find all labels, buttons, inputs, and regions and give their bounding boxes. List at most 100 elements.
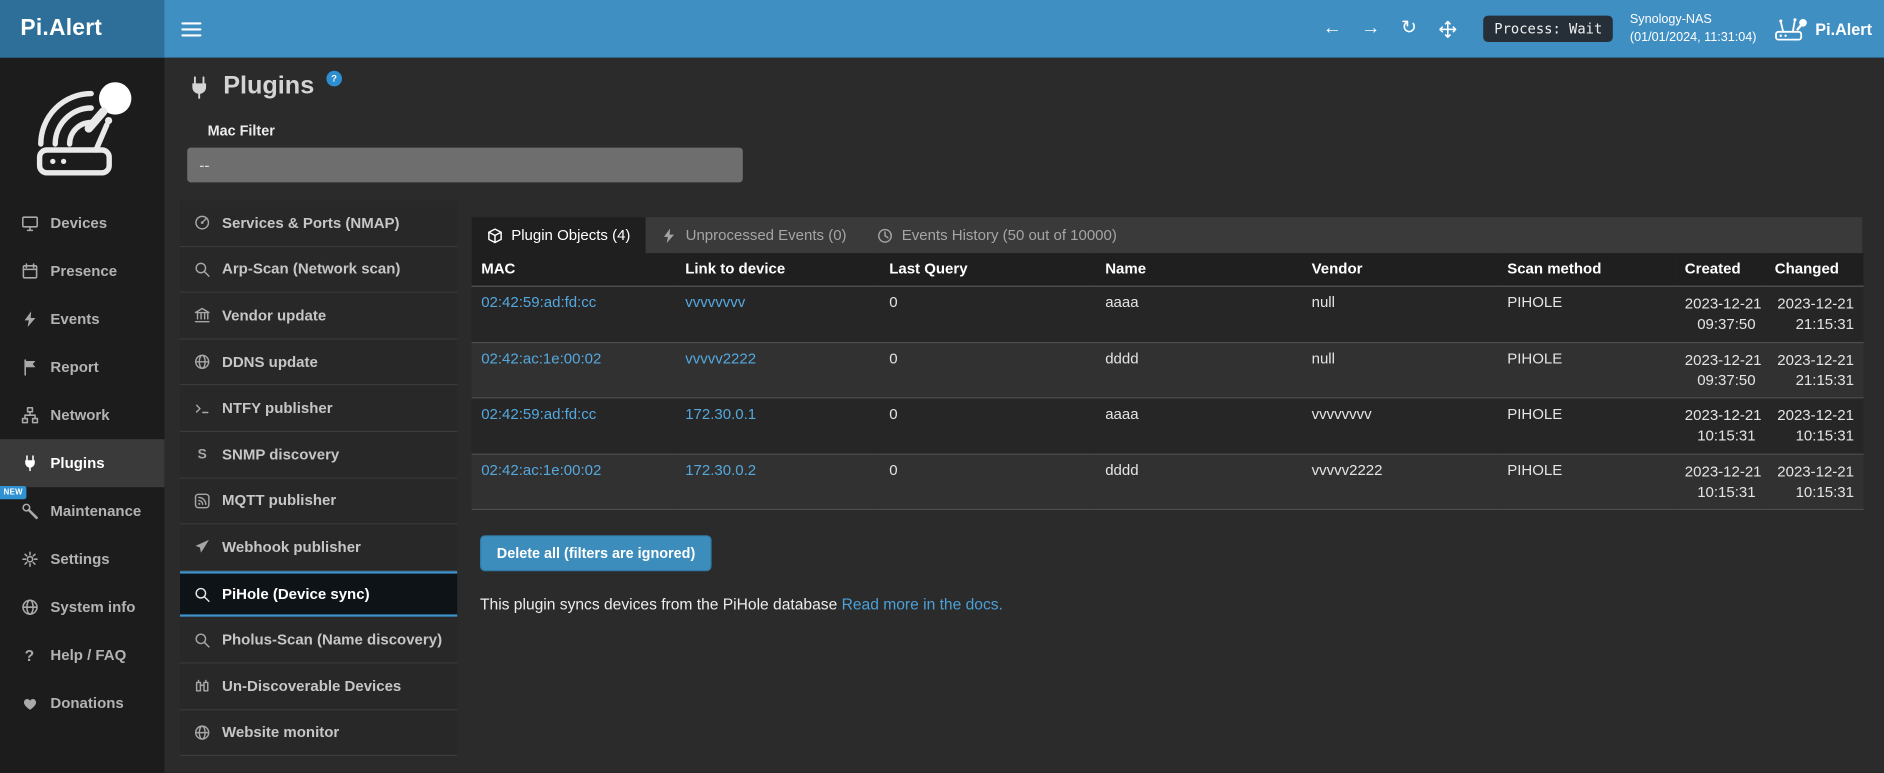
globe-icon xyxy=(193,725,211,741)
plugin-item-webhook[interactable]: Webhook publisher xyxy=(180,525,457,571)
plugin-item-ddns[interactable]: DDNS update xyxy=(180,339,457,385)
plugin-item-label: Vendor update xyxy=(222,307,326,324)
gear-icon xyxy=(20,551,38,568)
table-row: 02:42:ac:1e:00:02 172.30.0.2 0 dddd vvvv… xyxy=(472,454,1864,510)
last-query-cell: 0 xyxy=(880,398,1096,454)
plug-icon xyxy=(20,455,38,472)
plugin-item-arpscan[interactable]: Arp-Scan (Network scan) xyxy=(180,247,457,293)
sidebar-item-events[interactable]: Events xyxy=(0,295,164,343)
sidebar-item-report[interactable]: Report xyxy=(0,343,164,391)
monitor-icon xyxy=(20,215,38,232)
device-link[interactable]: 172.30.0.1 xyxy=(685,406,756,423)
plugin-item-snmp[interactable]: S SNMP discovery xyxy=(180,432,457,478)
sidebar-item-plugins[interactable]: Plugins xyxy=(0,439,164,487)
table-row: 02:42:59:ad:fd:cc 172.30.0.1 0 aaaa vvvv… xyxy=(472,398,1864,454)
clock-icon xyxy=(878,227,894,243)
sidebar-item-label: Presence xyxy=(50,263,117,280)
search-icon xyxy=(193,261,211,277)
sidebar-item-presence[interactable]: Presence xyxy=(0,247,164,295)
plugin-item-label: Website monitor xyxy=(222,724,339,741)
device-link[interactable]: 172.30.0.2 xyxy=(685,461,756,478)
main-content: Plugins ? Mac Filter Services & Ports (N… xyxy=(164,58,1884,773)
scan-method-cell: PIHOLE xyxy=(1498,286,1676,342)
scan-method-cell: PIHOLE xyxy=(1498,398,1676,454)
nav-back-button[interactable]: ← xyxy=(1313,0,1351,58)
created-date: 2023-12-21 xyxy=(1685,350,1756,371)
docs-info-badge[interactable]: ? xyxy=(326,71,342,87)
name-cell: aaaa xyxy=(1096,398,1302,454)
calendar-icon xyxy=(20,263,38,280)
sidebar-item-help-faq[interactable]: ? Help / FAQ xyxy=(0,631,164,679)
device-link[interactable]: vvvvvvvv xyxy=(685,294,745,311)
plugin-objects-table: MAC Link to device Last Query Name Vendo… xyxy=(472,253,1864,510)
plugin-item-label: DDNS update xyxy=(222,353,318,370)
changed-time: 10:15:31 xyxy=(1775,426,1854,447)
mac-link[interactable]: 02:42:59:ad:fd:cc xyxy=(481,406,596,423)
plugin-item-label: MQTT publisher xyxy=(222,492,336,509)
scan-method-cell: PIHOLE xyxy=(1498,342,1676,398)
sidebar-item-settings[interactable]: Settings xyxy=(0,535,164,583)
changed-date: 2023-12-21 xyxy=(1775,350,1854,371)
changed-date: 2023-12-21 xyxy=(1775,461,1854,482)
plugin-item-nmap[interactable]: Services & Ports (NMAP) xyxy=(180,200,457,246)
plugin-item-undiscoverable[interactable]: Un-Discoverable Devices xyxy=(180,664,457,710)
bank-icon xyxy=(193,308,211,324)
sidebar-item-network[interactable]: Network xyxy=(0,391,164,439)
plugin-item-mqtt[interactable]: MQTT publisher xyxy=(180,478,457,524)
nav-forward-button[interactable]: → xyxy=(1351,0,1389,58)
mac-link[interactable]: 02:42:ac:1e:00:02 xyxy=(481,461,601,478)
mac-link[interactable]: 02:42:59:ad:fd:cc xyxy=(481,294,596,311)
table-row: 02:42:59:ad:fd:cc vvvvvvvv 0 aaaa null P… xyxy=(472,286,1864,342)
arrows-move-icon xyxy=(1438,20,1456,38)
arrow-right-icon: → xyxy=(1361,0,1380,58)
last-query-cell: 0 xyxy=(880,342,1096,398)
changed-cell: 2023-12-2121:15:31 xyxy=(1765,342,1863,398)
col-header-vendor: Vendor xyxy=(1302,253,1498,286)
sidebar-item-donations[interactable]: Donations xyxy=(0,679,164,727)
plugin-item-label: Arp-Scan (Network scan) xyxy=(222,261,400,278)
tab-label: Unprocessed Events (0) xyxy=(686,227,847,244)
col-header-created: Created xyxy=(1675,253,1765,286)
sidebar-item-label: Settings xyxy=(50,551,109,568)
delete-all-button[interactable]: Delete all (filters are ignored) xyxy=(480,535,712,571)
plugin-tabs: Plugin Objects (4) Unprocessed Events (0… xyxy=(472,217,1863,253)
col-header-name: Name xyxy=(1096,253,1302,286)
tab-label: Plugin Objects (4) xyxy=(511,227,630,244)
navbar-brand-right: Pi.Alert xyxy=(1815,20,1872,38)
plugin-item-pholus[interactable]: Pholus-Scan (Name discovery) xyxy=(180,617,457,663)
tab-unprocessed-events[interactable]: Unprocessed Events (0) xyxy=(646,217,862,253)
name-cell: dddd xyxy=(1096,342,1302,398)
plugin-item-label: PiHole (Device sync) xyxy=(222,586,370,603)
mac-filter-input[interactable] xyxy=(187,148,743,183)
sidebar-item-system-info[interactable]: System info xyxy=(0,583,164,631)
tab-plugin-objects[interactable]: Plugin Objects (4) xyxy=(472,217,646,253)
arrow-left-icon: ← xyxy=(1323,0,1342,58)
mac-link[interactable]: 02:42:ac:1e:00:02 xyxy=(481,350,601,367)
sidebar-item-devices[interactable]: Devices xyxy=(0,199,164,247)
tab-events-history[interactable]: Events History (50 out of 10000) xyxy=(862,217,1132,253)
nav-move-button[interactable] xyxy=(1428,0,1466,58)
changed-date: 2023-12-21 xyxy=(1775,294,1854,315)
vendor-cell: null xyxy=(1302,286,1498,342)
plugin-description: This plugin syncs devices from the PiHol… xyxy=(480,595,1862,613)
mac-filter-label: Mac Filter xyxy=(208,122,1884,139)
plugin-detail-panel: Plugin Objects (4) Unprocessed Events (0… xyxy=(472,217,1863,613)
created-time: 09:37:50 xyxy=(1685,371,1756,392)
plugin-item-label: SNMP discovery xyxy=(222,446,339,463)
table-row: 02:42:ac:1e:00:02 vvvvv2222 0 dddd null … xyxy=(472,342,1864,398)
docs-link[interactable]: Read more in the docs. xyxy=(842,595,1003,613)
plugin-item-vendor-update[interactable]: Vendor update xyxy=(180,293,457,339)
nav-refresh-button[interactable]: ↻ xyxy=(1390,0,1428,58)
sidebar-item-label: System info xyxy=(50,599,135,616)
vendor-cell: vvvvv2222 xyxy=(1302,454,1498,510)
plugin-item-ntfy[interactable]: NTFY publisher xyxy=(180,386,457,432)
brand-logo[interactable]: Pi.Alert xyxy=(0,0,164,58)
changed-date: 2023-12-21 xyxy=(1775,406,1854,427)
plugin-item-website-monitor[interactable]: Website monitor xyxy=(180,710,457,756)
plugin-item-pihole[interactable]: PiHole (Device sync) xyxy=(180,571,457,617)
device-link[interactable]: vvvvv2222 xyxy=(685,350,756,367)
created-time: 10:15:31 xyxy=(1685,482,1756,503)
changed-cell: 2023-12-2121:15:31 xyxy=(1765,286,1863,342)
navbar-right-cluster: ← → ↻ Process: Wait Synology-NAS (01/01/… xyxy=(1313,0,1884,58)
sidebar-toggle-button[interactable] xyxy=(181,21,201,37)
